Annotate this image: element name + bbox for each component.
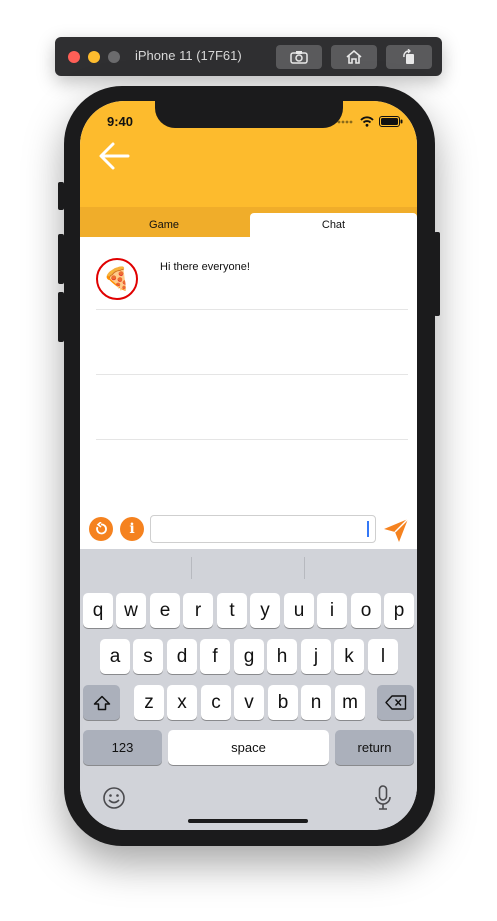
key-r[interactable]: r [183,593,213,628]
key-d[interactable]: d [167,639,197,674]
key-g[interactable]: g [234,639,264,674]
key-e[interactable]: e [150,593,180,628]
key-f[interactable]: f [200,639,230,674]
volume-up-button [58,234,64,284]
zoom-window-button[interactable] [108,51,120,63]
row-divider [96,374,408,375]
status-indicators [337,116,403,127]
key-v[interactable]: v [234,685,264,720]
row-divider [96,309,408,310]
key-m[interactable]: m [335,685,365,720]
return-key[interactable]: return [335,730,414,765]
info-button[interactable]: i [120,517,144,541]
power-button [434,232,440,316]
prediction-divider [304,557,305,579]
rotate-button[interactable] [386,45,432,69]
numbers-key[interactable]: 123 [83,730,162,765]
backspace-key[interactable] [377,685,414,720]
key-k[interactable]: k [334,639,364,674]
avatar: 🍕 [96,258,138,300]
key-i[interactable]: i [317,593,347,628]
key-o[interactable]: o [351,593,381,628]
volume-down-button [58,292,64,342]
notch [155,101,343,128]
prediction-divider [191,557,192,579]
close-window-button[interactable] [68,51,80,63]
key-w[interactable]: w [116,593,146,628]
refresh-button[interactable] [89,517,113,541]
key-a[interactable]: a [100,639,130,674]
simulator-title: iPhone 11 (17F61) [135,48,242,63]
key-t[interactable]: t [217,593,247,628]
key-c[interactable]: c [201,685,231,720]
key-s[interactable]: s [133,639,163,674]
home-button[interactable] [331,45,377,69]
emoji-icon[interactable] [102,786,126,810]
key-q[interactable]: q [83,593,113,628]
status-time: 9:40 [107,114,134,129]
key-z[interactable]: z [134,685,164,720]
shift-key[interactable] [83,685,120,720]
key-l[interactable]: l [368,639,398,674]
screenshot-icon [290,51,308,64]
info-icon: i [129,521,135,537]
key-x[interactable]: x [167,685,197,720]
tab-chat[interactable]: Chat [250,213,417,237]
space-key[interactable]: space [168,730,329,765]
microphone-icon[interactable] [374,785,392,811]
row-divider [96,439,408,440]
tab-game[interactable]: Game [80,213,248,237]
key-y[interactable]: y [250,593,280,628]
pizza-icon: 🍕 [103,266,131,291]
backspace-icon [384,695,406,710]
key-h[interactable]: h [267,639,297,674]
key-j[interactable]: j [301,639,331,674]
mute-switch [58,182,64,210]
key-p[interactable]: p [384,593,414,628]
simulator-title-bar: iPhone 11 (17F61) [55,37,442,76]
back-arrow-icon[interactable] [98,141,130,171]
home-indicator [188,819,308,823]
key-b[interactable]: b [268,685,298,720]
phone-screen: 9:40 Game Chat 🍕 Hi there everyone! i q … [80,101,417,830]
segmented-tabs: Game Chat [80,207,417,237]
minimize-window-button[interactable] [88,51,100,63]
wifi-icon [360,116,374,127]
key-n[interactable]: n [301,685,331,720]
battery-icon [379,116,403,127]
message-text: Hi there everyone! [160,261,250,273]
message-input-bar: i [80,511,417,549]
rotate-icon [403,49,414,64]
message-input[interactable] [150,515,376,543]
refresh-icon [96,522,107,535]
home-icon [346,49,362,64]
keyboard: q w e r t y u i o p a s d f g h j k l z … [80,549,417,830]
key-u[interactable]: u [284,593,314,628]
screenshot-button[interactable] [276,45,322,69]
send-icon[interactable] [382,516,410,544]
chat-message-list: 🍕 Hi there everyone! [80,237,417,511]
text-cursor [367,521,369,537]
signal-icon [337,120,353,123]
shift-icon [93,695,110,710]
